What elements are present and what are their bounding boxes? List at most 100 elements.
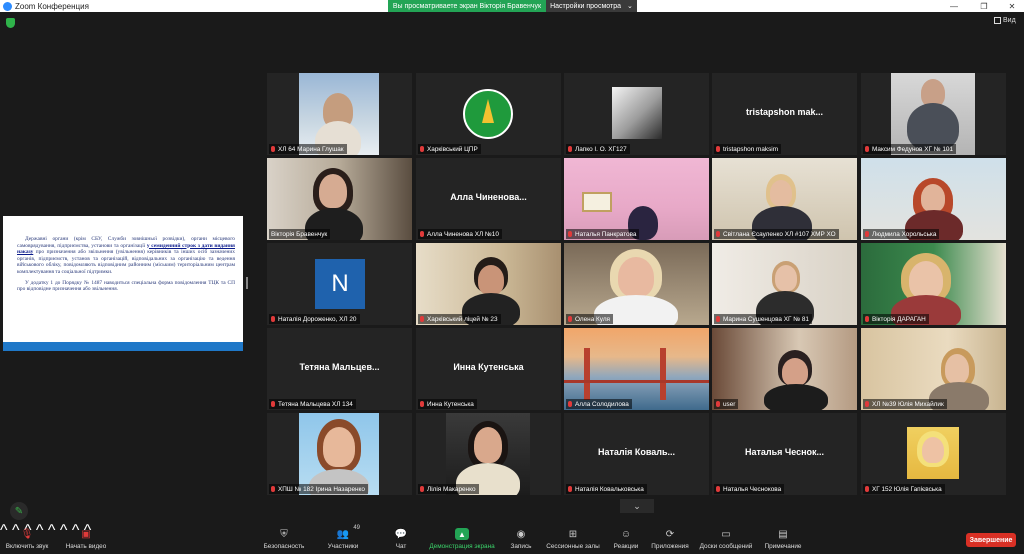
encryption-shield-icon[interactable]: [6, 18, 15, 28]
video-tile[interactable]: Максим Федунов ХГ № 101: [861, 73, 1006, 155]
doc-paragraph-2: У додатку 1 до Порядку № 1487 наводиться…: [17, 279, 235, 293]
participant-name-label: tristapshon maksim: [714, 144, 782, 154]
video-tile[interactable]: N Наталія Дороженко, ХЛ 20: [267, 243, 412, 325]
minimize-icon[interactable]: —: [940, 0, 968, 12]
video-tile[interactable]: Алла Чиненова... Алла Чиненова ХЛ №10: [416, 158, 561, 240]
participant-display-name: tristapshon mak...: [745, 107, 824, 117]
security-button[interactable]: ⛨ Безопасность: [262, 522, 306, 554]
participant-name-label: Лапко І. О. ХГ127: [566, 144, 630, 154]
mic-muted-icon: [420, 401, 424, 407]
start-video-button[interactable]: ▣ Начать видео: [60, 522, 112, 554]
participant-face: [319, 174, 347, 208]
video-tile[interactable]: ХЛ 64 Марина Глушак: [267, 73, 412, 155]
participant-name-label: Наталья Панкратова: [566, 229, 640, 239]
video-tile[interactable]: Вікторія ДАРАГАН: [861, 243, 1006, 325]
video-tile[interactable]: ХПШ № 182 Ірина Назаренко: [267, 413, 412, 495]
participant-face: [945, 354, 969, 384]
video-tile[interactable]: Инна Кутенська Инна Кутенська: [416, 328, 561, 410]
whiteboards-button[interactable]: ▭ Доски сообщений: [697, 522, 755, 554]
mic-muted-icon: [568, 316, 572, 322]
mic-muted-icon: [865, 401, 869, 407]
view-options-button[interactable]: Настройки просмотра ⌄: [546, 0, 637, 12]
unmute-button[interactable]: 🎙 Включить звук: [4, 522, 50, 554]
participant-face: [474, 427, 502, 463]
participant-face: [909, 261, 943, 299]
video-tile-active-speaker[interactable]: Вікторія Бравенчук: [267, 158, 412, 240]
mic-muted-icon: [716, 146, 720, 152]
participant-name-label: Тетяна Мальцева ХЛ 134: [269, 399, 356, 409]
mic-muted-icon: 🎙: [20, 528, 34, 540]
breakout-rooms-button[interactable]: ⊞ Сессионные залы: [544, 522, 602, 554]
notes-button[interactable]: ▤ Примечание: [762, 522, 804, 554]
video-tile[interactable]: Харківський ліцей № 23: [416, 243, 561, 325]
participant-name-label: Максим Федунов ХГ № 101: [863, 144, 956, 154]
video-tile[interactable]: Лапко І. О. ХГ127: [564, 73, 709, 155]
close-icon[interactable]: ✕: [998, 0, 1024, 12]
video-tile[interactable]: Наталія Коваль... Наталія Ковальковська: [564, 413, 709, 495]
record-label: Запись: [510, 543, 532, 550]
chat-button[interactable]: 💬 Чат: [392, 522, 410, 554]
video-tile[interactable]: Людмила Хорольська: [861, 158, 1006, 240]
video-tile[interactable]: Лілія Макаренко: [416, 413, 561, 495]
end-meeting-button[interactable]: Завершение: [966, 533, 1016, 547]
video-tile[interactable]: Тетяна Мальцев... Тетяна Мальцева ХЛ 134: [267, 328, 412, 410]
grid-view-icon: [994, 17, 1001, 24]
shared-screen[interactable]: Державні органи (крім СБУ, Служби зовніш…: [3, 216, 243, 351]
participant-name-label: Світлана Єсауленко ХЛ #107 ХМР ХО: [714, 229, 839, 239]
view-button[interactable]: Вид: [994, 17, 1016, 24]
participant-face: [618, 257, 654, 297]
panel-splitter-handle[interactable]: [246, 277, 248, 289]
participant-body: [764, 384, 828, 410]
participant-display-name: Наталія Коваль...: [597, 447, 676, 457]
show-more-chevron-icon[interactable]: ⌄: [620, 499, 654, 513]
share-screen-icon: ▲: [455, 528, 469, 540]
record-button[interactable]: ◉ Запись: [508, 522, 534, 554]
video-tile[interactable]: tristapshon mak... tristapshon maksim: [712, 73, 857, 155]
chat-label: Чат: [395, 543, 407, 550]
participant-display-name: Наталья Чеснок...: [744, 447, 825, 457]
video-tile[interactable]: Світлана Єсауленко ХЛ #107 ХМР ХО: [712, 158, 857, 240]
breakout-rooms-label: Сессионные залы: [546, 543, 600, 550]
unmute-label: Включить звук: [5, 543, 49, 550]
wall-picture: [582, 192, 612, 212]
participant-name-label: user: [714, 399, 739, 409]
apps-label: Приложения: [651, 543, 689, 550]
video-tile[interactable]: Марина Сушенцова ХГ № 81: [712, 243, 857, 325]
video-tile[interactable]: Харківський ЦПР: [416, 73, 561, 155]
view-button-label: Вид: [1003, 17, 1016, 24]
maximize-icon[interactable]: ❐: [970, 0, 998, 12]
chevron-down-icon: ⌄: [627, 3, 633, 10]
mic-muted-icon: [716, 231, 720, 237]
apps-button[interactable]: ⟳ Приложения: [649, 522, 691, 554]
apps-icon: ⟳: [665, 528, 675, 540]
participant-name-label: Людмила Хорольська: [863, 229, 940, 239]
reactions-button[interactable]: ☺ Реакции: [612, 522, 640, 554]
participant-name-label: Харківський ліцей № 23: [418, 314, 501, 324]
participant-name-label: Вікторія Бравенчук: [269, 229, 331, 239]
share-banner: Вы просматриваете экран Вікторія Бравенч…: [388, 0, 546, 12]
video-tile[interactable]: Алла Солодилова: [564, 328, 709, 410]
participants-button[interactable]: 👥 49 Участники: [326, 522, 360, 554]
participant-name-label: Алла Солодилова: [566, 399, 632, 409]
whiteboard-icon: ▭: [721, 528, 731, 540]
annotate-pencil-icon[interactable]: ✎: [10, 502, 28, 520]
video-tile[interactable]: ХЛ №39 Юлія Михайлик: [861, 328, 1006, 410]
mic-muted-icon: [716, 486, 720, 492]
participant-avatar-letter: N: [315, 259, 365, 309]
participants-count: 49: [353, 525, 360, 531]
mic-muted-icon: [568, 231, 572, 237]
video-tile[interactable]: user: [712, 328, 857, 410]
video-tile[interactable]: Наталья Панкратова: [564, 158, 709, 240]
reactions-label: Реакции: [613, 543, 639, 550]
video-tile[interactable]: Наталья Чеснок... Наталья Чеснокова: [712, 413, 857, 495]
video-tile[interactable]: Олена Куля: [564, 243, 709, 325]
participant-face: [775, 265, 797, 291]
share-screen-button[interactable]: ▲ Демонстрация экрана: [428, 522, 496, 554]
participant-face: [921, 184, 945, 212]
participant-name-label: Наталія Дороженко, ХЛ 20: [269, 314, 360, 324]
participant-name-label: ХПШ № 182 Ірина Назаренко: [269, 484, 368, 494]
mic-muted-icon: [420, 231, 424, 237]
security-label: Безопасность: [263, 543, 305, 550]
video-tile[interactable]: ХГ 152 Юлія Гапієвська: [861, 413, 1006, 495]
participant-name-label: ХЛ №39 Юлія Михайлик: [863, 399, 947, 409]
